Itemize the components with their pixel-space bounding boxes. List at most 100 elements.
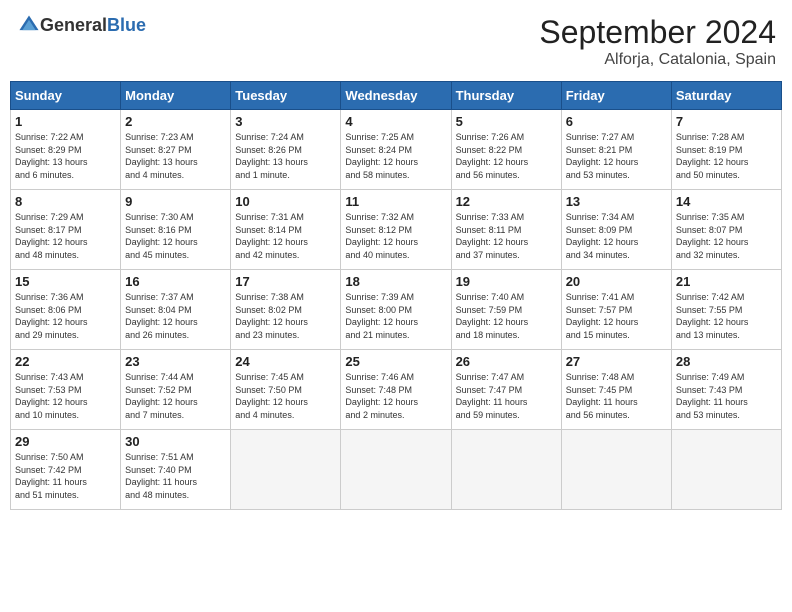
day-info: Sunrise: 7:36 AM Sunset: 8:06 PM Dayligh… [15,291,116,341]
day-info: Sunrise: 7:50 AM Sunset: 7:42 PM Dayligh… [15,451,116,501]
day-number: 21 [676,274,777,289]
calendar-cell [341,430,451,510]
day-number: 7 [676,114,777,129]
calendar-header-row: SundayMondayTuesdayWednesdayThursdayFrid… [11,82,782,110]
day-number: 4 [345,114,446,129]
calendar-cell: 26 Sunrise: 7:47 AM Sunset: 7:47 PM Dayli… [451,350,561,430]
day-info: Sunrise: 7:29 AM Sunset: 8:17 PM Dayligh… [15,211,116,261]
day-number: 12 [456,194,557,209]
calendar-cell: 18Sunrise: 7:39 AM Sunset: 8:00 PM Dayli… [341,270,451,350]
calendar-cell: 17 Sunrise: 7:38 AM Sunset: 8:02 PM Dayli… [231,270,341,350]
day-info: Sunrise: 7:45 AM Sunset: 7:50 PM Dayligh… [235,371,336,421]
calendar-cell: 4 Sunrise: 7:25 AM Sunset: 8:24 PM Daylig… [341,110,451,190]
logo-icon [18,14,40,36]
calendar-cell: 20 Sunrise: 7:41 AM Sunset: 7:57 PM Dayli… [561,270,671,350]
day-info: Sunrise: 7:41 AM Sunset: 7:57 PM Dayligh… [566,291,667,341]
day-info: Sunrise: 7:47 AM Sunset: 7:47 PM Dayligh… [456,371,557,421]
day-number: 20 [566,274,667,289]
day-number: 2 [125,114,226,129]
day-info: Sunrise: 7:25 AM Sunset: 8:24 PM Dayligh… [345,131,446,181]
day-number: 9 [125,194,226,209]
calendar-cell: 12 Sunrise: 7:33 AM Sunset: 8:11 PM Dayli… [451,190,561,270]
header-monday: Monday [121,82,231,110]
calendar-cell [561,430,671,510]
calendar-cell: 24 Sunrise: 7:45 AM Sunset: 7:50 PM Dayli… [231,350,341,430]
calendar-cell: 3 Sunrise: 7:24 AM Sunset: 8:26 PM Daylig… [231,110,341,190]
calendar-cell: 8 Sunrise: 7:29 AM Sunset: 8:17 PM Daylig… [11,190,121,270]
day-number: 26 [456,354,557,369]
calendar-week-row: 1 Sunrise: 7:22 AM Sunset: 8:29 PM Daylig… [11,110,782,190]
calendar-cell: 7 Sunrise: 7:28 AM Sunset: 8:19 PM Daylig… [671,110,781,190]
day-info: Sunrise: 7:34 AM Sunset: 8:09 PM Dayligh… [566,211,667,261]
calendar-week-row: 15 Sunrise: 7:36 AM Sunset: 8:06 PM Dayli… [11,270,782,350]
day-number: 6 [566,114,667,129]
day-info: Sunrise: 7:35 AM Sunset: 8:07 PM Dayligh… [676,211,777,261]
day-number: 25 [345,354,446,369]
day-info: Sunrise: 7:22 AM Sunset: 8:29 PM Dayligh… [15,131,116,181]
calendar-cell: 13 Sunrise: 7:34 AM Sunset: 8:09 PM Dayli… [561,190,671,270]
calendar-week-row: 29 Sunrise: 7:50 AM Sunset: 7:42 PM Dayli… [11,430,782,510]
header-tuesday: Tuesday [231,82,341,110]
calendar-cell: 23Sunrise: 7:44 AM Sunset: 7:52 PM Dayli… [121,350,231,430]
day-info: Sunrise: 7:38 AM Sunset: 8:02 PM Dayligh… [235,291,336,341]
day-info: Sunrise: 7:27 AM Sunset: 8:21 PM Dayligh… [566,131,667,181]
calendar-cell: 29 Sunrise: 7:50 AM Sunset: 7:42 PM Dayli… [11,430,121,510]
calendar-cell: 28Sunrise: 7:49 AM Sunset: 7:43 PM Dayli… [671,350,781,430]
calendar-cell: 15 Sunrise: 7:36 AM Sunset: 8:06 PM Dayli… [11,270,121,350]
day-info: Sunrise: 7:51 AM Sunset: 7:40 PM Dayligh… [125,451,226,501]
calendar-cell: 27 Sunrise: 7:48 AM Sunset: 7:45 PM Dayli… [561,350,671,430]
calendar-week-row: 8 Sunrise: 7:29 AM Sunset: 8:17 PM Daylig… [11,190,782,270]
day-number: 15 [15,274,116,289]
title-block: September 2024 Alforja, Catalonia, Spain [539,14,776,69]
logo-blue: Blue [107,15,146,36]
calendar-cell: 11Sunrise: 7:32 AM Sunset: 8:12 PM Dayli… [341,190,451,270]
header-friday: Friday [561,82,671,110]
day-number: 10 [235,194,336,209]
logo-general: General [40,15,107,36]
calendar-cell: 10 Sunrise: 7:31 AM Sunset: 8:14 PM Dayli… [231,190,341,270]
calendar-cell: 1 Sunrise: 7:22 AM Sunset: 8:29 PM Daylig… [11,110,121,190]
day-info: Sunrise: 7:24 AM Sunset: 8:26 PM Dayligh… [235,131,336,181]
month-title: September 2024 [539,14,776,51]
day-number: 28 [676,354,777,369]
day-info: Sunrise: 7:31 AM Sunset: 8:14 PM Dayligh… [235,211,336,261]
day-info: Sunrise: 7:33 AM Sunset: 8:11 PM Dayligh… [456,211,557,261]
day-number: 22 [15,354,116,369]
calendar-cell: 9 Sunrise: 7:30 AM Sunset: 8:16 PM Daylig… [121,190,231,270]
day-number: 17 [235,274,336,289]
day-info: Sunrise: 7:37 AM Sunset: 8:04 PM Dayligh… [125,291,226,341]
day-number: 14 [676,194,777,209]
day-info: Sunrise: 7:43 AM Sunset: 7:53 PM Dayligh… [15,371,116,421]
day-number: 11 [345,194,446,209]
calendar-cell: 25Sunrise: 7:46 AM Sunset: 7:48 PM Dayli… [341,350,451,430]
day-number: 19 [456,274,557,289]
day-info: Sunrise: 7:23 AM Sunset: 8:27 PM Dayligh… [125,131,226,181]
day-number: 3 [235,114,336,129]
day-number: 24 [235,354,336,369]
day-info: Sunrise: 7:42 AM Sunset: 7:55 PM Dayligh… [676,291,777,341]
calendar-cell: 21 Sunrise: 7:42 AM Sunset: 7:55 PM Dayli… [671,270,781,350]
header-thursday: Thursday [451,82,561,110]
calendar-cell: 2 Sunrise: 7:23 AM Sunset: 8:27 PM Daylig… [121,110,231,190]
logo: General Blue [16,14,146,36]
day-info: Sunrise: 7:30 AM Sunset: 8:16 PM Dayligh… [125,211,226,261]
day-number: 13 [566,194,667,209]
day-number: 27 [566,354,667,369]
day-info: Sunrise: 7:44 AM Sunset: 7:52 PM Dayligh… [125,371,226,421]
calendar-cell: 22 Sunrise: 7:43 AM Sunset: 7:53 PM Dayli… [11,350,121,430]
day-info: Sunrise: 7:28 AM Sunset: 8:19 PM Dayligh… [676,131,777,181]
day-info: Sunrise: 7:48 AM Sunset: 7:45 PM Dayligh… [566,371,667,421]
day-number: 8 [15,194,116,209]
calendar-cell: 30 Sunrise: 7:51 AM Sunset: 7:40 PM Dayli… [121,430,231,510]
day-number: 1 [15,114,116,129]
page-header: General Blue September 2024 Alforja, Cat… [10,10,782,73]
day-number: 30 [125,434,226,449]
location-title: Alforja, Catalonia, Spain [539,51,776,69]
day-number: 29 [15,434,116,449]
calendar-cell [451,430,561,510]
calendar-cell [671,430,781,510]
calendar-cell: 19 Sunrise: 7:40 AM Sunset: 7:59 PM Dayli… [451,270,561,350]
calendar-cell: 6 Sunrise: 7:27 AM Sunset: 8:21 PM Daylig… [561,110,671,190]
day-info: Sunrise: 7:40 AM Sunset: 7:59 PM Dayligh… [456,291,557,341]
day-number: 5 [456,114,557,129]
